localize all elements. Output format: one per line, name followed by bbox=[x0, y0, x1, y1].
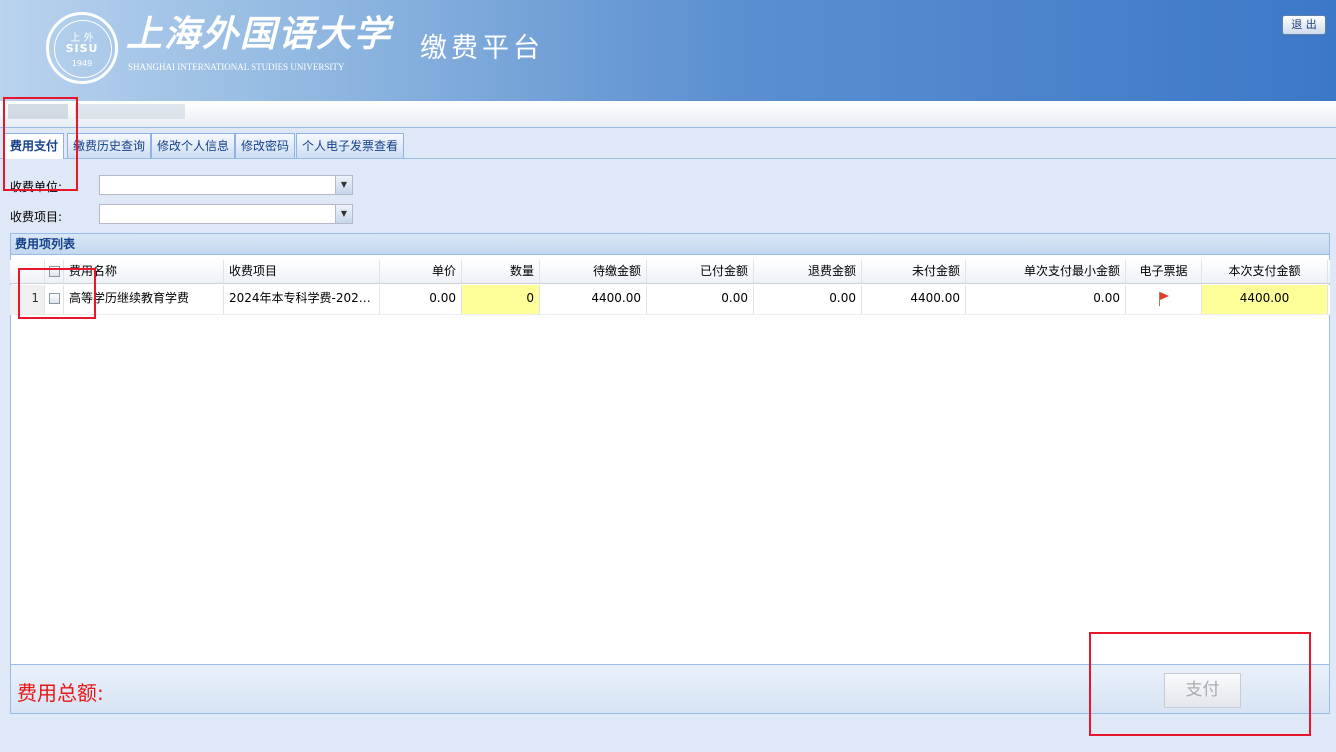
tab-bar: 费用支付 缴费历史查询 修改个人信息 修改密码 个人电子发票查看 bbox=[0, 129, 1336, 159]
col-amount-due[interactable]: 待缴金额 bbox=[540, 260, 647, 283]
row-number: 1 bbox=[10, 285, 45, 314]
cell-unpaid: 4400.00 bbox=[862, 285, 966, 314]
university-name-en: SHANGHAI INTERNATIONAL STUDIES UNIVERSIT… bbox=[128, 62, 345, 72]
col-refund[interactable]: 退费金额 bbox=[754, 260, 862, 283]
header-banner: 上 外 SISU 1949 上海外国语大学 SHANGHAI INTERNATI… bbox=[0, 0, 1336, 101]
user-info-strip bbox=[0, 101, 1336, 128]
blurred-user-info bbox=[8, 104, 68, 119]
tab-e-invoice[interactable]: 个人电子发票查看 bbox=[296, 133, 405, 158]
tab-payment-history[interactable]: 缴费历史查询 bbox=[67, 133, 152, 158]
seal-year-text: 1949 bbox=[71, 59, 93, 68]
red-flag-icon[interactable] bbox=[1158, 291, 1169, 306]
tab-edit-profile[interactable]: 修改个人信息 bbox=[151, 133, 236, 158]
tab-change-password[interactable]: 修改密码 bbox=[235, 133, 296, 158]
cell-fee-name: 高等学历继续教育学费 bbox=[64, 285, 224, 314]
blurred-user-info bbox=[75, 104, 185, 119]
footer-bar: 费用总额: 支付 bbox=[10, 664, 1330, 714]
fee-item-label: 收费项目: bbox=[10, 210, 63, 224]
cell-amount-due: 4400.00 bbox=[540, 285, 647, 314]
cell-pay-amount[interactable]: 4400.00 bbox=[1202, 285, 1328, 314]
col-fee-name[interactable]: 费用名称 bbox=[64, 260, 224, 283]
table-row[interactable]: 1 高等学历继续教育学费 2024年本专科学费-2024级… 0.00 0 44… bbox=[10, 285, 1330, 315]
cell-quantity[interactable]: 0 bbox=[462, 285, 540, 314]
seal-mid-text: SISU bbox=[65, 42, 99, 55]
seal-top-text: 上 外 bbox=[70, 33, 94, 44]
cell-min-payment: 0.00 bbox=[966, 285, 1126, 314]
select-all-checkbox[interactable] bbox=[48, 266, 60, 277]
fee-item-select[interactable]: ▼ bbox=[99, 204, 353, 224]
fee-list-title: 费用项列表 bbox=[10, 233, 1330, 255]
col-min-payment[interactable]: 单次支付最小金额 bbox=[966, 260, 1126, 283]
col-unpaid[interactable]: 未付金额 bbox=[862, 260, 966, 283]
cell-e-receipt[interactable] bbox=[1126, 285, 1202, 314]
col-unit-price[interactable]: 单价 bbox=[380, 260, 462, 283]
header-rownum bbox=[10, 260, 45, 283]
header-select-all[interactable] bbox=[45, 260, 64, 283]
university-name: 上海外国语大学 bbox=[126, 13, 393, 55]
row-checkbox[interactable] bbox=[48, 293, 60, 304]
fee-grid bbox=[10, 255, 1330, 664]
cell-refund: 0.00 bbox=[754, 285, 862, 314]
col-pay-amount[interactable]: 本次支付金额 bbox=[1202, 260, 1328, 283]
fee-unit-select[interactable]: ▼ bbox=[99, 175, 353, 195]
chevron-down-icon[interactable]: ▼ bbox=[335, 205, 352, 223]
chevron-down-icon[interactable]: ▼ bbox=[335, 176, 352, 194]
col-fee-item[interactable]: 收费项目 bbox=[224, 260, 380, 283]
logout-button[interactable]: 退 出 bbox=[1282, 15, 1326, 35]
pay-button[interactable]: 支付 bbox=[1164, 673, 1241, 708]
col-quantity[interactable]: 数量 bbox=[462, 260, 540, 283]
university-seal-logo: 上 外 SISU 1949 bbox=[46, 12, 118, 84]
col-amount-paid[interactable]: 已付金额 bbox=[647, 260, 754, 283]
tab-fee-payment[interactable]: 费用支付 bbox=[4, 133, 65, 159]
col-e-receipt[interactable]: 电子票据 bbox=[1126, 260, 1202, 283]
cell-fee-item: 2024年本专科学费-2024级… bbox=[224, 285, 380, 314]
total-amount-label: 费用总额: bbox=[17, 681, 104, 705]
row-select-cell[interactable] bbox=[45, 285, 64, 314]
platform-title: 缴费平台 bbox=[420, 33, 544, 64]
cell-unit-price: 0.00 bbox=[380, 285, 462, 314]
cell-amount-paid: 0.00 bbox=[647, 285, 754, 314]
fee-unit-label: 收费单位: bbox=[10, 180, 63, 194]
grid-header: 费用名称 收费项目 单价 数量 待缴金额 已付金额 退费金额 未付金额 单次支付… bbox=[10, 260, 1330, 284]
